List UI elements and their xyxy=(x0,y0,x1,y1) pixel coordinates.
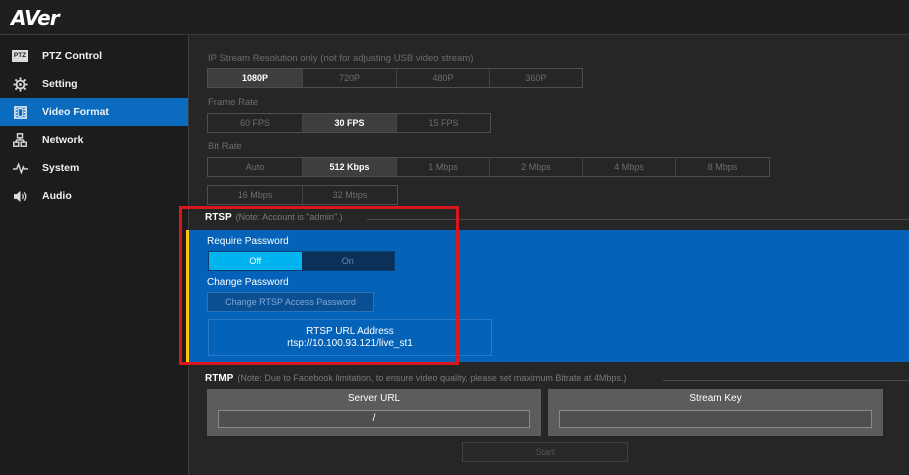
rtsp-url-value: rtsp://10.100.93.121/live_st1 xyxy=(287,338,413,349)
ptz-icon: PTZ xyxy=(11,48,29,64)
bit-rate-option-8mbps[interactable]: 8 Mbps xyxy=(676,158,769,176)
start-button[interactable]: Start xyxy=(462,442,628,462)
bit-rate-option-auto[interactable]: Auto xyxy=(208,158,303,176)
bit-rate-label: Bit Rate xyxy=(208,141,242,152)
sidebar-item-video-format[interactable]: Video Format xyxy=(0,98,188,126)
rtsp-title: RTSP xyxy=(205,212,232,223)
aver-logo: AVer xyxy=(11,6,60,30)
server-url-input[interactable]: / xyxy=(218,410,530,428)
rtsp-heading: RTSP (Note: Account is "admin".) xyxy=(205,212,343,223)
rtmp-title: RTMP xyxy=(205,373,234,384)
rtsp-url-box: RTSP URL Address rtsp://10.100.93.121/li… xyxy=(208,319,492,356)
sidebar-item-system[interactable]: System xyxy=(0,154,188,182)
stream-key-input[interactable] xyxy=(559,410,872,428)
frame-rate-option-60[interactable]: 60 FPS xyxy=(208,114,303,132)
sidebar-item-label: Network xyxy=(42,134,84,146)
resolution-selector: 1080P 720P 480P 360P xyxy=(207,68,583,88)
password-on-option[interactable]: On xyxy=(301,252,394,270)
change-password-label: Change Password xyxy=(207,277,289,288)
bit-rate-option-1mbps[interactable]: 1 Mbps xyxy=(397,158,490,176)
resolution-option-1080p[interactable]: 1080P xyxy=(208,69,303,87)
top-bar: AVer xyxy=(0,0,909,35)
server-url-panel: Server URL / xyxy=(207,389,541,436)
bit-rate-selector-row2: 16 Mbps 32 Mbps xyxy=(207,185,398,205)
require-password-label: Require Password xyxy=(207,236,289,247)
sidebar-item-label: Setting xyxy=(42,78,78,90)
rtsp-note: (Note: Account is "admin".) xyxy=(235,212,343,222)
stream-key-label: Stream Key xyxy=(689,393,742,404)
rtsp-url-title: RTSP URL Address xyxy=(306,326,394,337)
sidebar-item-label: System xyxy=(42,162,80,174)
pulse-icon xyxy=(12,160,28,176)
rtsp-divider xyxy=(367,219,909,220)
gear-icon xyxy=(12,76,28,92)
password-off-option[interactable]: Off xyxy=(209,252,302,270)
rtmp-note: (Note: Due to Facebook limitation, to en… xyxy=(237,373,627,383)
sidebar-item-label: Audio xyxy=(42,190,72,202)
bit-rate-selector-row1: Auto 512 Kbps 1 Mbps 2 Mbps 4 Mbps 8 Mbp… xyxy=(207,157,770,177)
sidebar-item-ptz-control[interactable]: PTZ PTZ Control xyxy=(0,42,188,70)
resolution-option-720p[interactable]: 720P xyxy=(303,69,397,87)
resolution-label: IP Stream Resolution only (not for adjus… xyxy=(208,53,474,64)
resolution-option-480p[interactable]: 480P xyxy=(397,69,490,87)
sidebar-item-setting[interactable]: Setting xyxy=(0,70,188,98)
sidebar: PTZ PTZ Control Setting Video Format Net… xyxy=(0,35,188,475)
sidebar-item-network[interactable]: Network xyxy=(0,126,188,154)
bit-rate-option-32mbps[interactable]: 32 Mbps xyxy=(303,186,397,204)
film-icon xyxy=(12,104,28,120)
network-icon xyxy=(12,132,28,148)
stream-key-panel: Stream Key xyxy=(548,389,883,436)
rtmp-heading: RTMP (Note: Due to Facebook limitation, t… xyxy=(205,373,626,384)
frame-rate-selector: 60 FPS 30 FPS 15 FPS xyxy=(207,113,491,133)
bit-rate-option-4mbps[interactable]: 4 Mbps xyxy=(583,158,676,176)
sidebar-item-audio[interactable]: Audio xyxy=(0,182,188,210)
change-rtsp-password-button[interactable]: Change RTSP Access Password xyxy=(207,292,374,312)
require-password-toggle: Off On xyxy=(208,251,395,271)
rtmp-divider xyxy=(663,380,909,381)
bit-rate-option-512kbps[interactable]: 512 Kbps xyxy=(303,158,397,176)
bit-rate-option-16mbps[interactable]: 16 Mbps xyxy=(208,186,303,204)
frame-rate-option-15[interactable]: 15 FPS xyxy=(397,114,490,132)
resolution-option-360p[interactable]: 360P xyxy=(490,69,582,87)
server-url-label: Server URL xyxy=(347,393,401,404)
sidebar-item-label: PTZ Control xyxy=(42,50,103,62)
bit-rate-option-2mbps[interactable]: 2 Mbps xyxy=(490,158,583,176)
frame-rate-option-30[interactable]: 30 FPS xyxy=(303,114,397,132)
speaker-icon xyxy=(12,188,28,204)
frame-rate-label: Frame Rate xyxy=(208,97,259,108)
sidebar-item-label: Video Format xyxy=(42,106,109,118)
